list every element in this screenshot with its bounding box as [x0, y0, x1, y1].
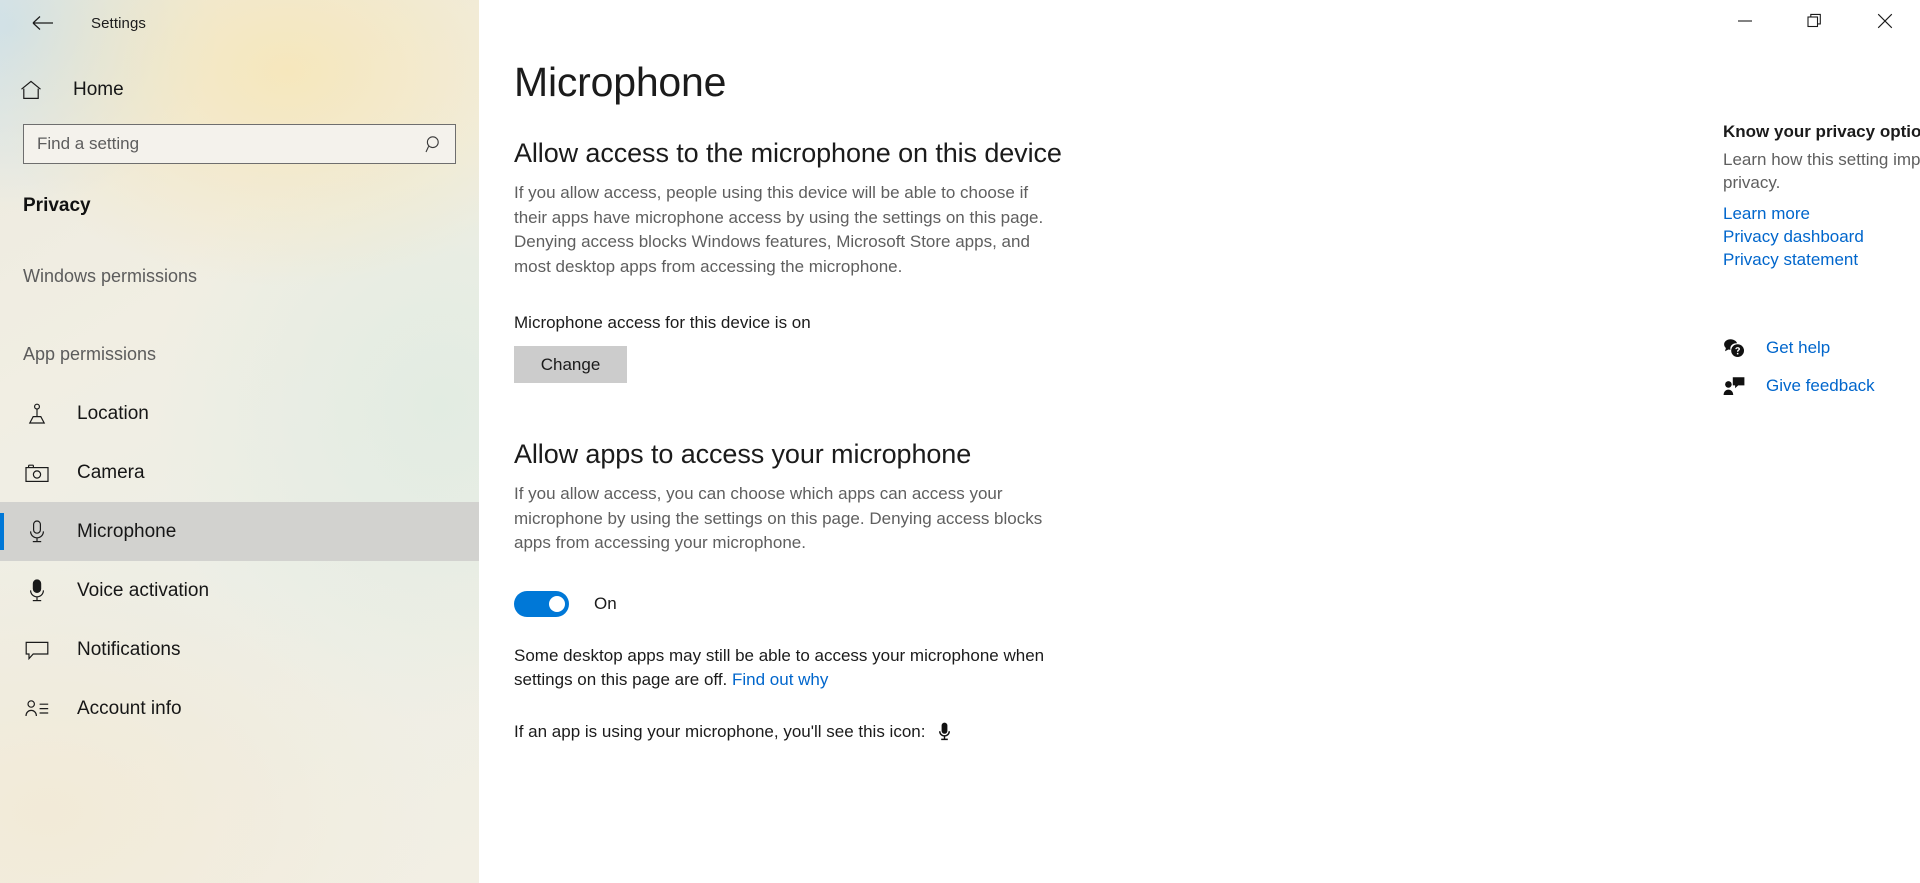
sidebar-item-microphone[interactable]: Microphone	[0, 502, 479, 561]
minimize-icon	[1737, 14, 1753, 32]
microphone-icon	[938, 722, 951, 742]
give-feedback-link[interactable]: Give feedback	[1766, 376, 1875, 396]
sidebar-item-microphone-label: Microphone	[77, 521, 176, 543]
home-icon	[20, 80, 60, 100]
rail-body: Learn how this setting impacts your priv…	[1723, 148, 1920, 194]
toggle-knob	[549, 596, 565, 612]
page-title: Microphone	[514, 60, 1194, 105]
apps-access-toggle-row: On	[514, 591, 1194, 617]
close-icon	[1877, 13, 1893, 34]
restore-icon	[1807, 13, 1823, 34]
search-wrapper	[0, 114, 479, 164]
sidebar-item-voice-activation[interactable]: Voice activation	[0, 561, 479, 620]
sidebar-group-windows-permissions: Windows permissions	[0, 256, 479, 296]
section2-body: If you allow access, you can choose whic…	[514, 482, 1062, 556]
sidebar-group-app-permissions: App permissions	[0, 334, 479, 374]
sidebar-category: Privacy	[0, 186, 479, 226]
search-input[interactable]	[24, 134, 413, 154]
sidebar-item-camera-label: Camera	[77, 462, 145, 484]
close-button[interactable]	[1850, 0, 1920, 46]
account-info-icon	[23, 699, 51, 719]
icon-hint-text: If an app is using your microphone, you'…	[514, 722, 925, 742]
section2: Allow apps to access your microphone If …	[514, 439, 1194, 742]
section1-heading: Allow access to the microphone on this d…	[514, 138, 1194, 169]
rail-links: Learn more Privacy dashboard Privacy sta…	[1723, 202, 1920, 271]
location-icon	[23, 403, 51, 425]
minimize-button[interactable]	[1710, 0, 1780, 46]
sidebar-item-home-label: Home	[73, 79, 124, 101]
sidebar-item-account-info-label: Account info	[77, 698, 182, 720]
section1-body: If you allow access, people using this d…	[514, 181, 1062, 279]
apps-access-toggle[interactable]	[514, 591, 569, 617]
sidebar-item-notifications[interactable]: Notifications	[0, 620, 479, 679]
sidebar: Settings Home Priva	[0, 0, 479, 883]
app-title: Settings	[91, 15, 146, 32]
sidebar-item-notifications-label: Notifications	[77, 639, 181, 661]
get-help-row[interactable]: Get help	[1723, 329, 1920, 367]
give-feedback-row[interactable]: Give feedback	[1723, 367, 1920, 405]
camera-icon	[23, 463, 51, 483]
titlebar-left: Settings	[0, 0, 479, 46]
sidebar-item-location-label: Location	[77, 403, 149, 425]
get-help-link[interactable]: Get help	[1766, 338, 1830, 358]
sidebar-item-home[interactable]: Home	[0, 66, 479, 114]
sidebar-item-location[interactable]: Location	[0, 384, 479, 443]
arrow-left-icon	[32, 15, 54, 31]
window-controls	[1710, 0, 1920, 46]
section2-heading: Allow apps to access your microphone	[514, 439, 1194, 470]
give-feedback-icon	[1723, 376, 1753, 396]
search-box[interactable]	[23, 124, 456, 164]
apps-access-toggle-label: On	[594, 594, 617, 614]
rail-heading: Know your privacy options	[1723, 122, 1920, 142]
search-icon[interactable]	[413, 125, 455, 163]
desktop-apps-note: Some desktop apps may still be able to a…	[514, 644, 1074, 692]
sidebar-item-account-info[interactable]: Account info	[0, 679, 479, 738]
main-content: Microphone Allow access to the microphon…	[479, 0, 1920, 883]
voice-activation-icon	[23, 579, 51, 603]
right-rail: Know your privacy options Learn how this…	[1723, 122, 1920, 405]
restore-button[interactable]	[1780, 0, 1850, 46]
privacy-dashboard-link[interactable]: Privacy dashboard	[1723, 225, 1920, 248]
privacy-statement-link[interactable]: Privacy statement	[1723, 248, 1920, 271]
page-content: Microphone Allow access to the microphon…	[514, 60, 1194, 742]
microphone-icon	[23, 520, 51, 544]
back-button[interactable]	[20, 7, 66, 39]
device-access-status: Microphone access for this device is on	[514, 313, 1194, 333]
notifications-icon	[23, 640, 51, 660]
learn-more-link[interactable]: Learn more	[1723, 202, 1920, 225]
get-help-icon	[1723, 338, 1753, 358]
sidebar-item-voice-activation-label: Voice activation	[77, 580, 209, 602]
sidebar-item-camera[interactable]: Camera	[0, 443, 479, 502]
rail-help-group: Get help Give feedback	[1723, 329, 1920, 405]
icon-hint-line: If an app is using your microphone, you'…	[514, 722, 1194, 742]
change-button[interactable]: Change	[514, 346, 627, 383]
find-out-why-link[interactable]: Find out why	[732, 670, 828, 689]
settings-window: Settings Home Priva	[0, 0, 1920, 883]
